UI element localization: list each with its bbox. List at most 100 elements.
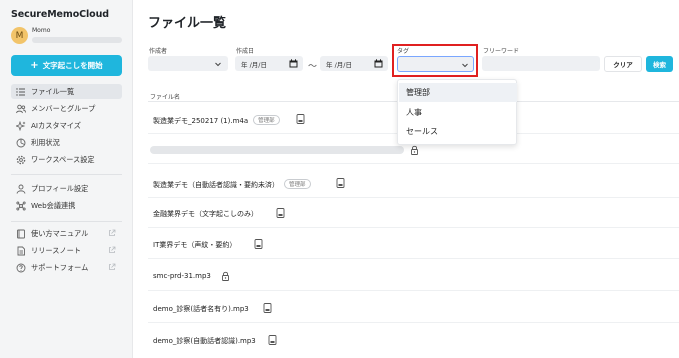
sidebar-item-label: リリースノート bbox=[31, 245, 81, 255]
users-icon bbox=[16, 104, 26, 114]
external-link-icon bbox=[108, 246, 116, 254]
date-range-separator: 〜 bbox=[308, 62, 318, 72]
date-from-placeholder: 年 /月/日 bbox=[241, 60, 267, 69]
table-row[interactable]: 製造業デモ（自動話者認識・要約未済） 管理部 bbox=[148, 168, 679, 198]
table-row[interactable]: demo_診察(自動話者認識).mp3 bbox=[148, 325, 679, 355]
date-to-input[interactable]: 年 /月/日 bbox=[320, 56, 388, 71]
tag-option-sales[interactable]: セールス bbox=[399, 122, 517, 141]
sidebar-item-label: AIカスタマイズ bbox=[31, 120, 81, 130]
document-icon bbox=[296, 114, 305, 124]
row-divider bbox=[148, 258, 679, 259]
page-title: ファイル一覧 bbox=[148, 16, 227, 31]
file-name-cell[interactable]: 金融業界デモ（文字起こしのみ） bbox=[153, 209, 258, 219]
clear-button[interactable]: クリア bbox=[604, 56, 642, 72]
sidebar-item-ai-customize[interactable]: AIカスタマイズ bbox=[11, 118, 122, 133]
file-name: IT業界デモ（声紋・要約） bbox=[153, 241, 237, 249]
search-button[interactable]: 検索 bbox=[646, 56, 673, 72]
sidebar-item-label: サポートフォーム bbox=[31, 262, 89, 272]
sidebar-item-file-list[interactable]: ファイル一覧 bbox=[11, 84, 122, 99]
creator-select[interactable] bbox=[148, 56, 228, 71]
lock-icon bbox=[221, 271, 230, 281]
document-icon bbox=[268, 335, 277, 345]
sidebar: SecureMemoCloud M Momo + 文字起こしを開始 ファイル一覧… bbox=[0, 0, 133, 358]
table-row[interactable]: 金融業界デモ（文字起こしのみ） bbox=[148, 198, 679, 228]
file-name: demo_診察(話者名有り).mp3 bbox=[153, 305, 249, 313]
row-divider bbox=[148, 163, 679, 164]
sidebar-divider bbox=[11, 221, 122, 222]
brand-name: SecureMemoCloud bbox=[11, 9, 109, 20]
freeword-filter-label: フリーワード bbox=[483, 48, 520, 55]
sidebar-item-label: Web会議連携 bbox=[31, 200, 76, 210]
lock-icon bbox=[410, 145, 419, 155]
row-divider bbox=[148, 227, 679, 228]
tag-option-jinji[interactable]: 人事 bbox=[399, 103, 517, 122]
list-icon bbox=[16, 87, 26, 97]
chevron-down-icon bbox=[214, 60, 222, 68]
document-icon bbox=[276, 208, 285, 218]
file-name: smc-prd-31.mp3 bbox=[153, 272, 211, 280]
file-name-cell[interactable]: 製造業デモ（自動話者認識・要約未済） 管理部 bbox=[153, 179, 311, 190]
help-icon bbox=[16, 263, 26, 273]
avatar[interactable]: M bbox=[11, 27, 28, 44]
row-divider bbox=[148, 322, 679, 323]
note-icon bbox=[16, 246, 26, 256]
gear-icon bbox=[16, 155, 26, 165]
calendar-icon[interactable] bbox=[374, 59, 383, 68]
file-name-placeholder bbox=[150, 146, 404, 154]
external-link-icon bbox=[108, 263, 116, 271]
sidebar-item-label: 利用状況 bbox=[31, 137, 60, 147]
chart-icon bbox=[16, 138, 26, 148]
tag-dropdown-menu: 管理部 人事 セールス bbox=[397, 79, 517, 145]
tag-option-kanribu[interactable]: 管理部 bbox=[399, 83, 517, 102]
sparkle-icon bbox=[16, 120, 26, 131]
sidebar-item-usage[interactable]: 利用状況 bbox=[11, 135, 122, 150]
creator-filter-label: 作成者 bbox=[149, 48, 168, 55]
sidebar-item-label: メンバーとグループ bbox=[31, 103, 96, 113]
user-name: Momo bbox=[32, 27, 51, 34]
book-icon bbox=[16, 229, 26, 239]
sidebar-item-support-form[interactable]: サポートフォーム bbox=[11, 260, 122, 275]
row-divider bbox=[148, 290, 679, 291]
file-name: demo_診察(自動話者認識).mp3 bbox=[153, 337, 256, 345]
column-header-filename[interactable]: ファイル名 bbox=[150, 92, 180, 101]
table-row[interactable]: IT業界デモ（声紋・要約） bbox=[148, 229, 679, 259]
created-date-filter-label: 作成日 bbox=[236, 48, 255, 55]
file-name-cell[interactable]: IT業界デモ（声紋・要約） bbox=[153, 240, 236, 250]
file-name-cell[interactable]: smc-prd-31.mp3 bbox=[153, 272, 211, 280]
sidebar-item-workspace-settings[interactable]: ワークスペース設定 bbox=[11, 152, 122, 167]
highlight-box bbox=[392, 44, 478, 77]
date-to-placeholder: 年 /月/日 bbox=[326, 60, 352, 69]
sidebar-item-manual[interactable]: 使い方マニュアル bbox=[11, 226, 122, 241]
tag-chip: 管理部 bbox=[253, 115, 280, 125]
sidebar-item-web-meeting[interactable]: Web会議連携 bbox=[11, 198, 122, 213]
calendar-icon[interactable] bbox=[289, 59, 298, 68]
file-name: 製造業デモ（自動話者認識・要約未済） bbox=[153, 181, 279, 189]
document-icon bbox=[263, 303, 272, 313]
sidebar-item-members[interactable]: メンバーとグループ bbox=[11, 101, 122, 116]
file-name: 金融業界デモ（文字起こしのみ） bbox=[153, 210, 258, 218]
date-from-input[interactable]: 年 /月/日 bbox=[235, 56, 303, 71]
file-name-cell[interactable]: demo_診察(自動話者認識).mp3 bbox=[153, 336, 256, 346]
sidebar-divider bbox=[11, 174, 122, 175]
external-link-icon bbox=[108, 229, 116, 237]
sidebar-item-release-notes[interactable]: リリースノート bbox=[11, 243, 122, 258]
file-name-cell[interactable]: 製造業デモ_250217 (1).m4a 管理部 bbox=[153, 115, 280, 126]
file-name: 製造業デモ_250217 (1).m4a bbox=[153, 117, 249, 125]
table-row[interactable]: smc-prd-31.mp3 bbox=[148, 261, 679, 291]
tag-chip: 管理部 bbox=[284, 179, 311, 189]
table-row[interactable]: demo_診察(話者名有り).mp3 bbox=[148, 293, 679, 323]
document-icon bbox=[254, 239, 263, 249]
sidebar-item-label: プロフィール設定 bbox=[31, 183, 89, 193]
file-name-cell[interactable]: demo_診察(話者名有り).mp3 bbox=[153, 304, 249, 314]
link-icon bbox=[16, 201, 26, 211]
sidebar-item-label: ファイル一覧 bbox=[31, 86, 75, 96]
start-transcription-button[interactable]: + 文字起こしを開始 bbox=[11, 55, 122, 76]
plus-icon: + bbox=[30, 60, 39, 71]
freeword-input[interactable] bbox=[482, 56, 600, 71]
sidebar-item-profile[interactable]: プロフィール設定 bbox=[11, 181, 122, 196]
start-transcription-label: 文字起こしを開始 bbox=[42, 61, 103, 70]
sidebar-item-label: 使い方マニュアル bbox=[31, 228, 89, 238]
document-icon bbox=[336, 178, 345, 188]
user-subtext-placeholder bbox=[32, 37, 122, 43]
sidebar-item-label: ワークスペース設定 bbox=[31, 154, 95, 164]
